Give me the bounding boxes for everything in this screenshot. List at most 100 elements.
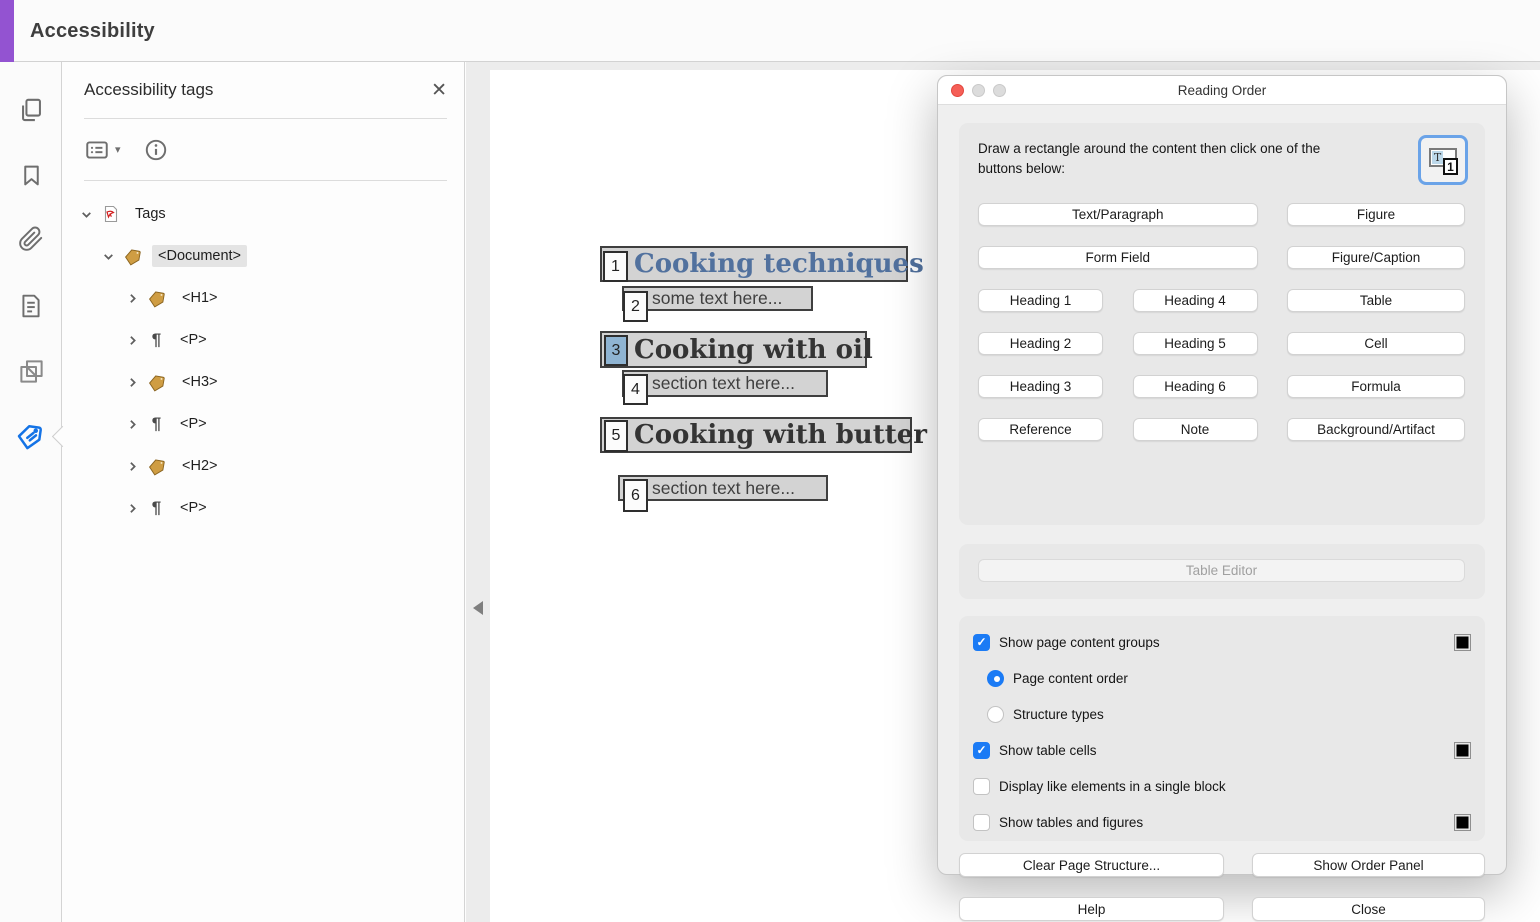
form-field-button[interactable]: Form Field bbox=[978, 246, 1258, 269]
reading-order-badge[interactable]: 6 bbox=[623, 479, 648, 512]
dialog-footer: Clear Page Structure... Show Order Panel… bbox=[959, 853, 1485, 921]
cell-button[interactable]: Cell bbox=[1287, 332, 1465, 355]
content-region-text[interactable]: some text here... bbox=[622, 286, 813, 311]
heading-3-button[interactable]: Heading 3 bbox=[978, 375, 1103, 398]
close-button[interactable]: Close bbox=[1252, 897, 1485, 921]
tree-item-label: <H2> bbox=[176, 455, 223, 477]
note-button[interactable]: Note bbox=[1133, 418, 1258, 441]
tree-item-h1[interactable]: <H1> bbox=[62, 277, 464, 319]
content-region-text[interactable]: section text here... bbox=[622, 370, 828, 397]
close-icon[interactable]: ✕ bbox=[431, 81, 447, 100]
info-button[interactable] bbox=[143, 137, 169, 163]
tree-item-p[interactable]: ¶ <P> bbox=[62, 403, 464, 445]
content-region-h2[interactable]: Cooking with butter bbox=[600, 417, 912, 453]
close-window-button[interactable] bbox=[951, 84, 964, 97]
formula-button[interactable]: Formula bbox=[1287, 375, 1465, 398]
tree-item-label: <H3> bbox=[176, 371, 223, 393]
panel-header: Accessibility tags ✕ bbox=[84, 62, 447, 119]
chevron-right-icon[interactable] bbox=[126, 418, 139, 431]
table-button[interactable]: Table bbox=[1287, 289, 1465, 312]
option-label: Page content order bbox=[1013, 671, 1128, 686]
checkbox-checked[interactable]: ✓ bbox=[973, 742, 990, 759]
heading-2-button[interactable]: Heading 2 bbox=[978, 332, 1103, 355]
radio-selected[interactable] bbox=[987, 670, 1004, 687]
instruction-text: Draw a rectangle around the content then… bbox=[978, 139, 1378, 178]
reading-order-badge[interactable]: 5 bbox=[604, 420, 628, 452]
attachments-icon[interactable] bbox=[0, 217, 62, 261]
checkbox-checked[interactable]: ✓ bbox=[973, 634, 990, 651]
collapse-panel-arrow-icon[interactable] bbox=[473, 601, 483, 615]
pages-icon[interactable] bbox=[0, 88, 62, 132]
checkbox-unchecked[interactable] bbox=[973, 778, 990, 795]
figure-button[interactable]: Figure bbox=[1287, 203, 1465, 226]
color-swatch[interactable] bbox=[1454, 814, 1471, 831]
tag-buttons-group: Draw a rectangle around the content then… bbox=[959, 123, 1485, 525]
help-button[interactable]: Help bbox=[959, 897, 1224, 921]
chevron-right-icon[interactable] bbox=[126, 502, 139, 515]
tag-icon bbox=[148, 457, 167, 476]
reference-button[interactable]: Reference bbox=[978, 418, 1103, 441]
panel-gutter bbox=[466, 62, 490, 922]
page-title: Accessibility bbox=[30, 0, 155, 62]
option-label: Structure types bbox=[1013, 707, 1104, 722]
checkbox-unchecked[interactable] bbox=[973, 814, 990, 831]
tree-item-label: <P> bbox=[174, 413, 213, 435]
tag-buttons-grid: Text/Paragraph Figure Form Field Figure/… bbox=[978, 203, 1465, 441]
paragraph-icon: ¶ bbox=[148, 330, 165, 350]
tree-item-document[interactable]: <Document> bbox=[62, 235, 464, 277]
content-text: section text here... bbox=[652, 478, 795, 499]
content-region-h1[interactable]: Cooking techniques bbox=[600, 246, 908, 282]
reading-order-badge[interactable]: 2 bbox=[623, 291, 648, 322]
background-artifact-button[interactable]: Background/Artifact bbox=[1287, 418, 1465, 441]
tree-item-label: <P> bbox=[174, 497, 213, 519]
tree-item-p[interactable]: ¶ <P> bbox=[62, 487, 464, 529]
heading-1-button[interactable]: Heading 1 bbox=[978, 289, 1103, 312]
tags-tree: Tags <Document> <H1> bbox=[62, 181, 464, 529]
text-paragraph-button[interactable]: Text/Paragraph bbox=[978, 203, 1258, 226]
option-structure-types: Structure types bbox=[973, 696, 1471, 732]
page-thumbnails-icon[interactable] bbox=[0, 284, 62, 328]
zoom-window-button bbox=[993, 84, 1006, 97]
reading-order-badge-selected[interactable]: 3 bbox=[604, 335, 628, 366]
chevron-down-icon[interactable] bbox=[80, 208, 93, 221]
show-order-panel-button[interactable]: Show Order Panel bbox=[1252, 853, 1485, 877]
document-viewport-top-strip bbox=[490, 62, 1540, 70]
content-order-icon[interactable] bbox=[0, 349, 62, 393]
order-number-icon: 1 bbox=[1443, 158, 1458, 175]
tag-options-button[interactable]: ▾ bbox=[84, 137, 121, 163]
tree-item-p[interactable]: ¶ <P> bbox=[62, 319, 464, 361]
option-label: Show page content groups bbox=[999, 635, 1160, 650]
content-region-h2[interactable]: Cooking with oil bbox=[600, 331, 867, 368]
tree-item-tags[interactable]: Tags bbox=[62, 193, 464, 235]
tree-item-h3[interactable]: <H3> bbox=[62, 361, 464, 403]
color-swatch[interactable] bbox=[1454, 742, 1471, 759]
heading-4-button[interactable]: Heading 4 bbox=[1133, 289, 1258, 312]
chevron-right-icon[interactable] bbox=[126, 376, 139, 389]
chevron-right-icon[interactable] bbox=[126, 460, 139, 473]
minimize-window-button bbox=[972, 84, 985, 97]
chevron-right-icon[interactable] bbox=[126, 334, 139, 347]
tree-item-h2[interactable]: <H2> bbox=[62, 445, 464, 487]
option-page-content-order: Page content order bbox=[973, 660, 1471, 696]
heading-6-button[interactable]: Heading 6 bbox=[1133, 375, 1258, 398]
reading-order-badge[interactable]: 4 bbox=[623, 374, 648, 405]
content-region-text[interactable]: section text here... bbox=[618, 475, 828, 501]
purple-accent-bar bbox=[0, 0, 14, 62]
tree-item-label: <H1> bbox=[176, 287, 223, 309]
bookmarks-icon[interactable] bbox=[0, 153, 62, 197]
tag-icon bbox=[124, 247, 143, 266]
figure-caption-button[interactable]: Figure/Caption bbox=[1287, 246, 1465, 269]
chevron-down-icon[interactable] bbox=[102, 250, 115, 263]
tree-item-label: <Document> bbox=[152, 245, 247, 267]
panel-title: Accessibility tags bbox=[84, 80, 213, 100]
structure-draw-mode-button[interactable]: T 1 bbox=[1418, 135, 1468, 185]
clear-page-structure-button[interactable]: Clear Page Structure... bbox=[959, 853, 1224, 877]
chevron-down-icon: ▾ bbox=[115, 143, 121, 156]
heading-5-button[interactable]: Heading 5 bbox=[1133, 332, 1258, 355]
reading-order-badge[interactable]: 1 bbox=[603, 251, 628, 282]
radio-unselected[interactable] bbox=[987, 706, 1004, 723]
chevron-right-icon[interactable] bbox=[126, 292, 139, 305]
dialog-titlebar[interactable]: Reading Order bbox=[938, 76, 1506, 105]
color-swatch[interactable] bbox=[1454, 634, 1471, 651]
content-text: section text here... bbox=[652, 373, 795, 394]
